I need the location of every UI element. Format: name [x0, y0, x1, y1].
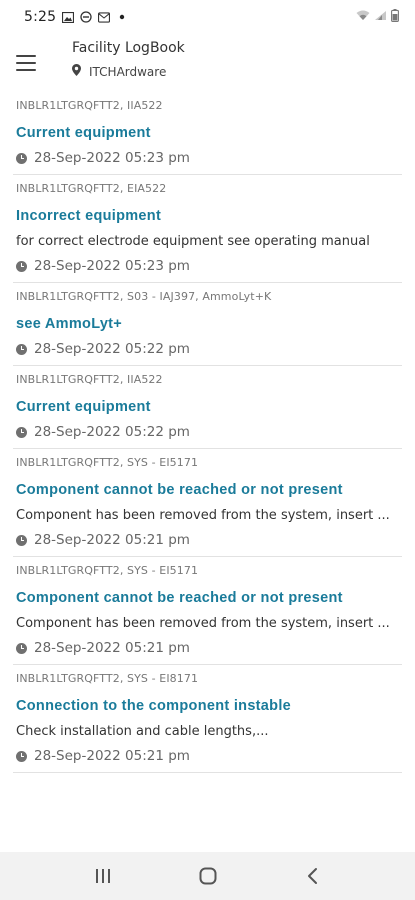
entry-timestamp: 28-Sep-2022 05:21 pm	[16, 748, 399, 764]
entry-time-text: 28-Sep-2022 05:21 pm	[34, 748, 190, 764]
entry-timestamp: 28-Sep-2022 05:21 pm	[16, 532, 399, 548]
location-name: ITCHArdware	[89, 64, 167, 79]
gallery-icon	[62, 11, 75, 23]
entry-title: Current equipment	[16, 399, 151, 415]
entry-description: for correct electrode equipment see oper…	[16, 234, 370, 249]
log-entry[interactable]: INBLR1LTGRQFTT2, SYS - EI5171 Component …	[13, 557, 402, 665]
logbook-list[interactable]: INBLR1LTGRQFTT2, IIA522 Current equipmen…	[0, 92, 415, 852]
entry-time-text: 28-Sep-2022 05:22 pm	[34, 341, 190, 357]
entry-timestamp: 28-Sep-2022 05:22 pm	[16, 424, 399, 440]
clock-icon	[16, 642, 27, 654]
clock-icon	[16, 534, 27, 546]
entry-title: Component cannot be reached or not prese…	[16, 482, 343, 498]
entry-description: Component has been removed from the syst…	[16, 508, 390, 523]
entry-time-text: 28-Sep-2022 05:21 pm	[34, 640, 190, 656]
entry-code: INBLR1LTGRQFTT2, EIA522	[16, 182, 167, 195]
location-row[interactable]: ITCHArdware	[72, 64, 185, 79]
status-bar: 5:25	[0, 0, 415, 34]
entry-code: INBLR1LTGRQFTT2, IIA522	[16, 373, 163, 386]
log-entry[interactable]: INBLR1LTGRQFTT2, SYS - EI5171 Component …	[13, 449, 402, 557]
log-entry[interactable]: INBLR1LTGRQFTT2, SYS - EI8171 Connection…	[13, 665, 402, 773]
message-icon	[98, 11, 111, 23]
clock-icon	[16, 260, 27, 272]
clock-icon	[16, 750, 27, 762]
entry-code: INBLR1LTGRQFTT2, SYS - EI5171	[16, 456, 199, 469]
location-pin-icon	[72, 64, 81, 79]
log-entry[interactable]: INBLR1LTGRQFTT2, IIA522 Current equipmen…	[13, 92, 402, 175]
page-title: Facility LogBook	[72, 40, 185, 56]
log-entry[interactable]: INBLR1LTGRQFTT2, IIA522 Current equipmen…	[13, 366, 402, 449]
entry-time-text: 28-Sep-2022 05:23 pm	[34, 258, 190, 274]
entry-timestamp: 28-Sep-2022 05:23 pm	[16, 150, 399, 166]
entry-description: Check installation and cable lengths,...	[16, 724, 269, 739]
battery-icon	[391, 8, 399, 26]
entry-title: Component cannot be reached or not prese…	[16, 590, 343, 606]
system-nav-bar	[0, 852, 415, 900]
hamburger-menu-icon[interactable]	[16, 50, 42, 76]
back-icon[interactable]	[293, 861, 333, 891]
entry-timestamp: 28-Sep-2022 05:23 pm	[16, 258, 399, 274]
entry-timestamp: 28-Sep-2022 05:21 pm	[16, 640, 399, 656]
entry-code: INBLR1LTGRQFTT2, SYS - EI8171	[16, 672, 199, 685]
wifi-icon	[356, 9, 370, 25]
recents-icon[interactable]	[83, 861, 123, 891]
log-entry[interactable]: INBLR1LTGRQFTT2, EIA522 Incorrect equipm…	[13, 175, 402, 283]
clock-icon	[16, 426, 27, 438]
status-bar-left: 5:25	[24, 9, 128, 25]
entry-title: Connection to the component instable	[16, 698, 292, 714]
entry-time-text: 28-Sep-2022 05:22 pm	[34, 424, 190, 440]
do-not-disturb-icon	[80, 11, 92, 23]
entry-time-text: 28-Sep-2022 05:21 pm	[34, 532, 190, 548]
entry-code: INBLR1LTGRQFTT2, S03 - IAJ397, AmmoLyt+K	[16, 290, 272, 303]
clock-icon	[16, 343, 27, 355]
clock-icon	[16, 152, 27, 164]
dot-icon	[116, 11, 128, 23]
entry-title: Current equipment	[16, 125, 151, 141]
log-entry[interactable]: INBLR1LTGRQFTT2, S03 - IAJ397, AmmoLyt+K…	[13, 283, 402, 366]
status-bar-right	[356, 8, 399, 26]
status-time: 5:25	[24, 9, 57, 25]
home-icon[interactable]	[188, 861, 228, 891]
entry-description: Component has been removed from the syst…	[16, 616, 390, 631]
app-header: Facility LogBook ITCHArdware	[0, 34, 415, 92]
entry-title: see AmmoLyt+	[16, 316, 123, 332]
signal-icon	[374, 9, 387, 25]
entry-timestamp: 28-Sep-2022 05:22 pm	[16, 341, 399, 357]
entry-title: Incorrect equipment	[16, 208, 162, 224]
entry-code: INBLR1LTGRQFTT2, IIA522	[16, 99, 163, 112]
header-titles: Facility LogBook ITCHArdware	[72, 38, 185, 79]
entry-code: INBLR1LTGRQFTT2, SYS - EI5171	[16, 564, 199, 577]
entry-time-text: 28-Sep-2022 05:23 pm	[34, 150, 190, 166]
